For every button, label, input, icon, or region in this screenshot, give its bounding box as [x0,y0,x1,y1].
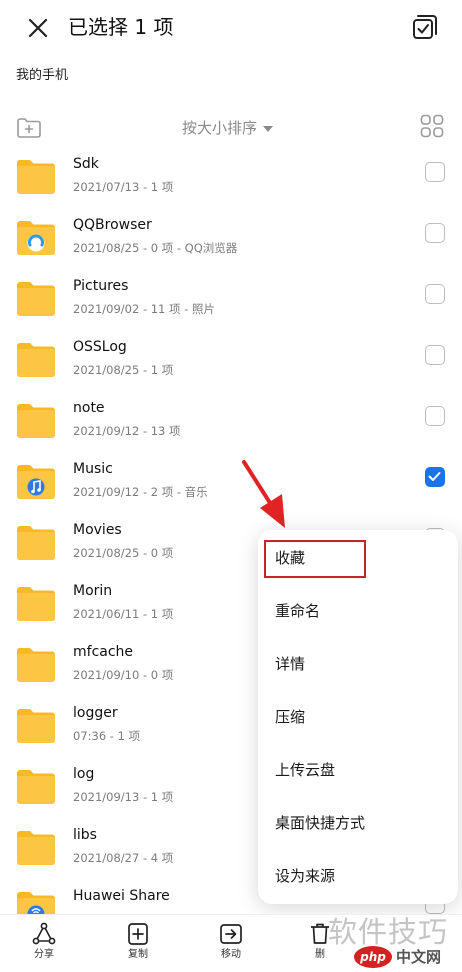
folder-icon [15,586,57,622]
menu-item-desktop-shortcut[interactable]: 桌面快捷方式 [258,797,458,850]
menu-item-upload-cloud[interactable]: 上传云盘 [258,744,458,797]
huawei-share-folder-icon [15,891,57,914]
php-logo: php [354,946,392,968]
move-button[interactable]: 移动 [201,921,261,971]
chevron-down-icon [263,126,274,132]
file-name: log [73,766,95,782]
header: 已选择 1 项 [0,0,462,56]
folder-icon [15,525,57,561]
annotation-arrow-icon [242,460,285,528]
file-name: QQBrowser [73,217,152,233]
file-name: Movies [73,522,122,538]
file-meta: 2021/09/02 - 11 项 - 照片 [73,302,215,316]
menu-item-rename[interactable]: 重命名 [258,585,458,638]
file-name: libs [73,827,97,843]
file-meta: 07:36 - 1 项 [73,729,141,743]
menu-item-details[interactable]: 详情 [258,638,458,691]
file-meta: 2021/06/11 - 1 项 [73,607,174,621]
file-meta: 2021/08/25 - 0 项 - QQ浏览器 [73,241,238,255]
music-folder-icon [15,464,57,500]
file-name: Pictures [73,278,129,294]
grid-view-icon [420,114,444,138]
file-row[interactable]: Sdk 2021/07/13 - 1 项 [0,150,462,211]
file-row[interactable]: OSSLog 2021/08/25 - 1 项 [0,333,462,394]
page-title: 已选择 1 项 [68,15,174,39]
row-checkbox[interactable] [425,406,445,426]
folder-icon [15,830,57,866]
breadcrumb[interactable]: 我的手机 [16,66,68,86]
copy-icon [128,923,148,945]
file-name: Huawei Share [73,888,170,904]
sort-label: 按大小排序 [182,119,258,137]
new-folder-icon [17,118,41,138]
file-meta: 2021/09/12 - 13 项 [73,424,181,438]
file-row[interactable]: Music 2021/09/12 - 2 项 - 音乐 [0,455,462,516]
highlight-box [264,540,366,578]
file-meta: 2021/08/25 - 0 项 [73,546,174,560]
row-checkbox[interactable] [425,162,445,182]
folder-icon [15,708,57,744]
file-meta: 2021/08/27 - 4 项 [73,851,174,865]
row-checkbox[interactable] [425,284,445,304]
copy-label: 复制 [128,949,148,960]
folder-icon [15,403,57,439]
file-meta: 2021/09/10 - 0 项 [73,668,174,682]
file-row[interactable]: Pictures 2021/09/02 - 11 项 - 照片 [0,272,462,333]
new-folder-button[interactable] [16,116,42,140]
close-icon [28,18,48,38]
move-icon [220,924,242,944]
row-checkbox[interactable] [425,345,445,365]
folder-icon [15,647,57,683]
file-name: logger [73,705,118,721]
folder-icon [15,342,57,378]
file-row[interactable]: QQBrowser 2021/08/25 - 0 项 - QQ浏览器 [0,211,462,272]
row-checkbox[interactable] [425,467,445,487]
file-row[interactable]: note 2021/09/12 - 13 项 [0,394,462,455]
file-name: OSSLog [73,339,127,355]
sort-dropdown[interactable]: 按大小排序 [182,116,274,140]
watermark-site: 中文网 [396,948,442,966]
file-name: note [73,400,105,416]
file-meta: 2021/08/25 - 1 项 [73,363,174,377]
grid-view-button[interactable] [420,114,444,138]
row-checkbox[interactable] [425,223,445,243]
qqbrowser-folder-icon [15,220,57,256]
file-name: Sdk [73,156,99,172]
share-icon [32,922,56,945]
move-label: 移动 [221,949,241,960]
context-menu: 收藏 重命名 详情 压缩 上传云盘 桌面快捷方式 设为来源 [258,530,458,904]
copy-button[interactable]: 复制 [108,921,168,971]
select-all-icon [413,15,437,39]
list-toolbar: 按大小排序 [0,108,462,148]
share-button[interactable]: 分享 [14,921,74,971]
file-name: Music [73,461,113,477]
close-button[interactable] [24,14,52,42]
file-meta: 2021/09/12 - 2 项 - 音乐 [73,485,208,499]
share-label: 分享 [34,949,54,960]
file-meta: 2021/07/13 - 1 项 [73,180,174,194]
file-name: mfcache [73,644,134,660]
folder-icon [15,159,57,195]
menu-item-compress[interactable]: 压缩 [258,691,458,744]
folder-icon [15,281,57,317]
select-all-button[interactable] [410,12,440,42]
checkmark-icon [428,472,441,481]
file-meta: 2021/09/13 - 1 项 [73,790,174,804]
folder-icon [15,769,57,805]
menu-item-set-as-source[interactable]: 设为来源 [258,850,458,903]
file-name: Morin [73,583,113,599]
